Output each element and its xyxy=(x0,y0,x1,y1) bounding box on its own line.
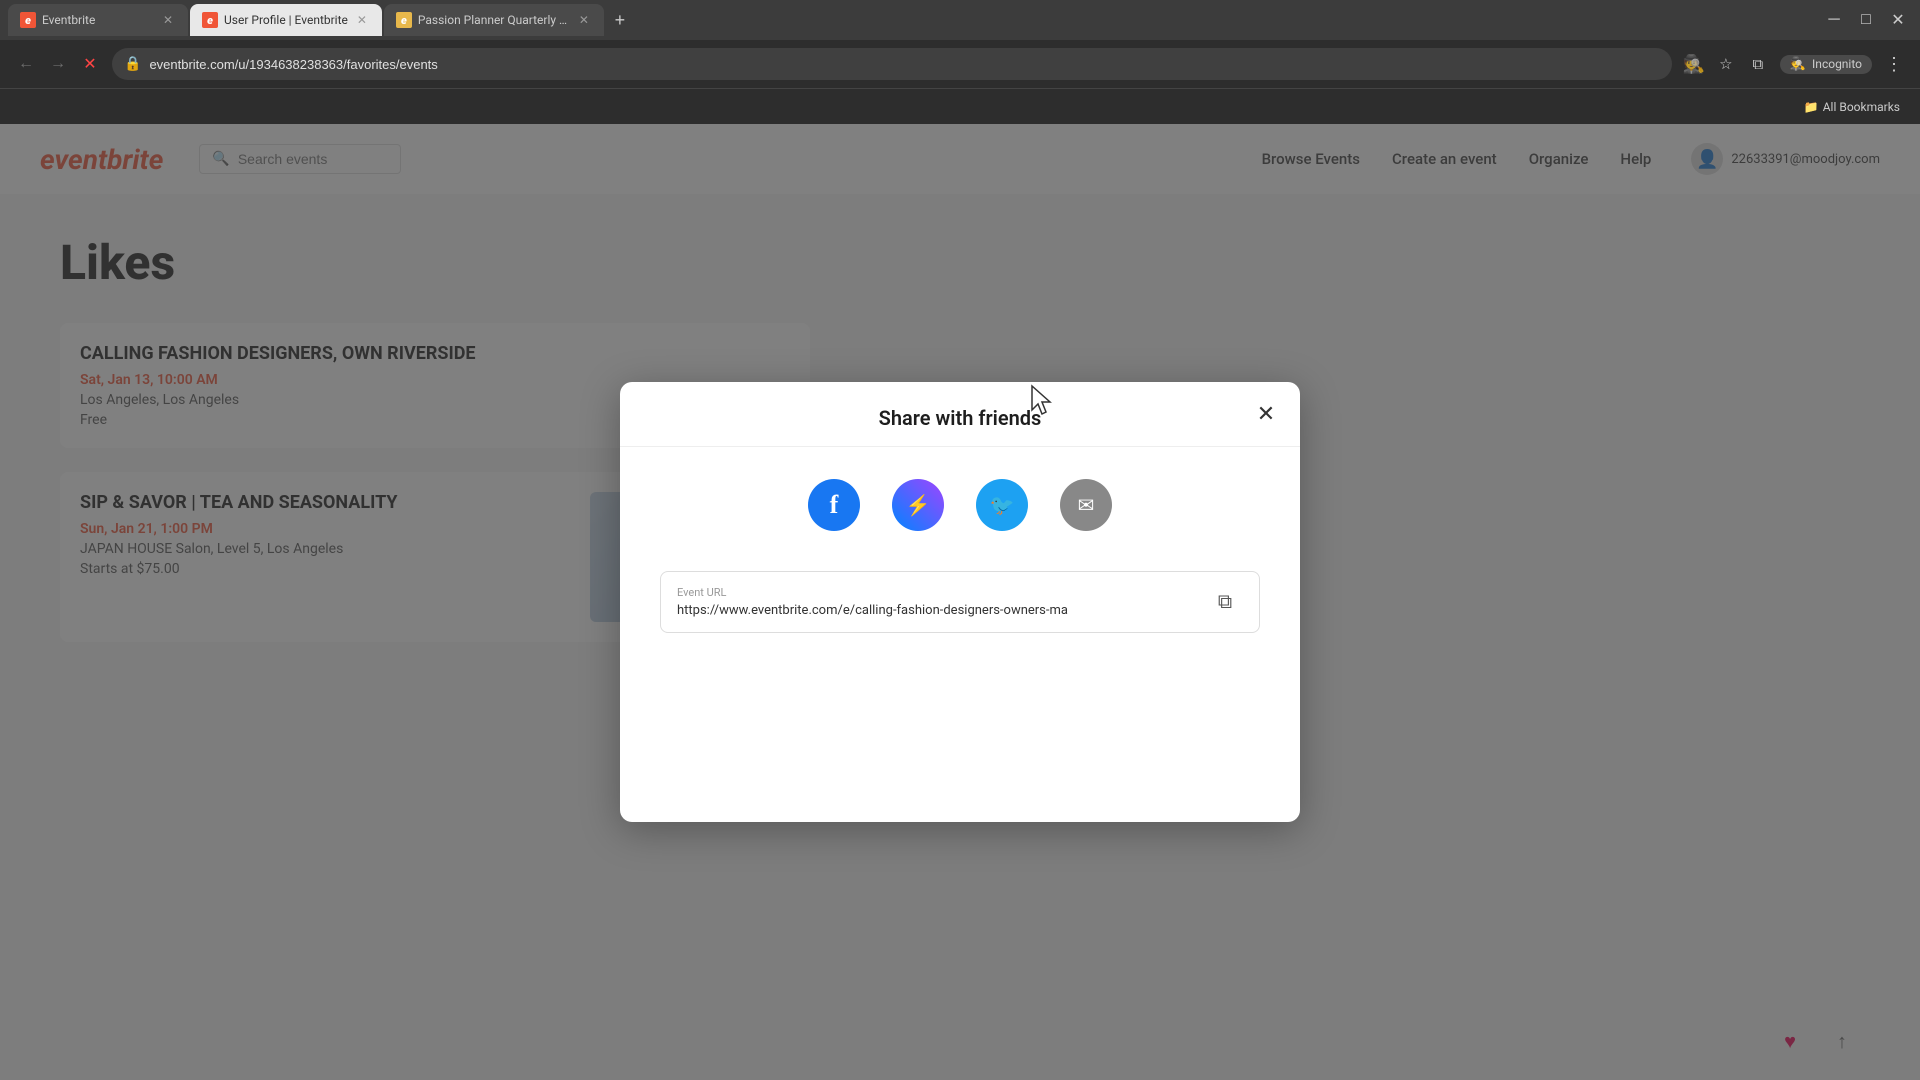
tab-3-label: Passion Planner Quarterly Che xyxy=(418,13,570,27)
bookmarks-bar: 📁 All Bookmarks xyxy=(0,88,1920,124)
tab-1-close[interactable]: ✕ xyxy=(160,12,176,28)
tab-2-favicon: e xyxy=(202,12,218,28)
share-icons-row: f ⚡ 🐦 ✉ xyxy=(660,479,1260,531)
copy-url-button[interactable]: ⧉ xyxy=(1207,584,1243,620)
share-twitter-button[interactable]: 🐦 xyxy=(976,479,1028,531)
url-field-inner: Event URL https://www.eventbrite.com/e/c… xyxy=(677,586,1195,618)
bookmarks-right: 📁 All Bookmarks xyxy=(1796,96,1908,118)
bookmark-folder-icon: 📁 xyxy=(1804,100,1819,114)
tab-3[interactable]: e Passion Planner Quarterly Che ✕ xyxy=(384,4,604,36)
share-modal: Share with friends ✕ f ⚡ 🐦 ✉ Event URL h… xyxy=(620,382,1300,822)
modal-header: Share with friends ✕ xyxy=(620,382,1300,447)
browser-chrome: e Eventbrite ✕ e User Profile | Eventbri… xyxy=(0,0,1920,124)
tab-2[interactable]: e User Profile | Eventbrite ✕ xyxy=(190,4,382,36)
more-options-button[interactable]: ⋮ xyxy=(1880,50,1908,78)
incognito-icon: 🕵 xyxy=(1680,50,1708,78)
tab-bar: e Eventbrite ✕ e User Profile | Eventbri… xyxy=(0,0,1920,40)
tab-1-label: Eventbrite xyxy=(42,13,154,27)
tab-3-close[interactable]: ✕ xyxy=(576,12,592,28)
url-field: Event URL https://www.eventbrite.com/e/c… xyxy=(660,571,1260,633)
share-messenger-button[interactable]: ⚡ xyxy=(892,479,944,531)
forward-button[interactable]: → xyxy=(44,50,72,78)
incognito-badge: 🕵 Incognito xyxy=(1780,55,1872,74)
url-field-value: https://www.eventbrite.com/e/calling-fas… xyxy=(677,603,1195,618)
modal-close-button[interactable]: ✕ xyxy=(1248,396,1284,432)
window-toggle-button[interactable]: ⧉ xyxy=(1744,50,1772,78)
modal-overlay[interactable]: Share with friends ✕ f ⚡ 🐦 ✉ Event URL h… xyxy=(0,124,1920,1080)
incognito-label: Incognito xyxy=(1812,57,1862,71)
close-window-button[interactable]: ✕ xyxy=(1884,6,1912,34)
tab-1[interactable]: e Eventbrite ✕ xyxy=(8,4,188,36)
bookmark-star-button[interactable]: ☆ xyxy=(1712,50,1740,78)
tab-2-label: User Profile | Eventbrite xyxy=(224,13,348,27)
page-content: eventbrite 🔍 Browse Events Create an eve… xyxy=(0,124,1920,1080)
reload-button[interactable]: ✕ xyxy=(76,50,104,78)
tab-3-favicon: e xyxy=(396,12,412,28)
nav-buttons: ← → ✕ xyxy=(12,50,104,78)
back-button[interactable]: ← xyxy=(12,50,40,78)
tab-2-close[interactable]: ✕ xyxy=(354,12,370,28)
all-bookmarks-button[interactable]: 📁 All Bookmarks xyxy=(1796,96,1908,118)
minimize-button[interactable]: ─ xyxy=(1820,6,1848,34)
tab-1-favicon: e xyxy=(20,12,36,28)
incognito-icon-small: 🕵 xyxy=(1790,57,1806,72)
modal-body: f ⚡ 🐦 ✉ Event URL https://www.eventbrite… xyxy=(620,447,1300,822)
toolbar-icons: 🕵 ☆ ⧉ xyxy=(1680,50,1772,78)
url-input[interactable]: eventbrite.com/u/1934638238363/favorites… xyxy=(149,57,1659,72)
share-facebook-button[interactable]: f xyxy=(808,479,860,531)
modal-title: Share with friends xyxy=(879,406,1042,430)
share-email-button[interactable]: ✉ xyxy=(1060,479,1112,531)
maximize-button[interactable]: □ xyxy=(1852,6,1880,34)
url-field-label: Event URL xyxy=(677,586,1195,599)
url-bar[interactable]: 🔒 eventbrite.com/u/1934638238363/favorit… xyxy=(112,48,1672,80)
address-bar: ← → ✕ 🔒 eventbrite.com/u/1934638238363/f… xyxy=(0,40,1920,88)
all-bookmarks-label: All Bookmarks xyxy=(1823,100,1900,114)
lock-icon: 🔒 xyxy=(124,56,141,72)
new-tab-button[interactable]: + xyxy=(606,6,634,34)
